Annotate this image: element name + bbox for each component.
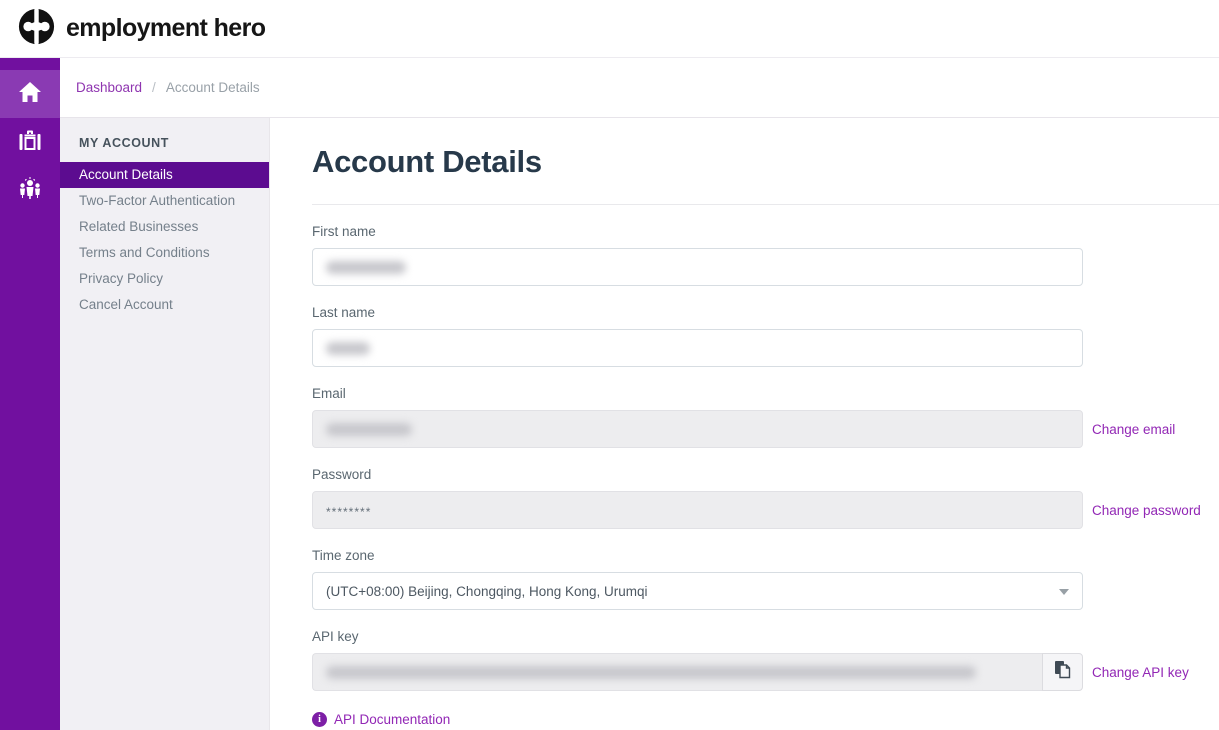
sidebar-item-terms[interactable]: Terms and Conditions [60, 240, 269, 266]
api-key-label: API key [312, 629, 1219, 644]
brand-name: employment hero [66, 14, 265, 43]
first-name-redacted-value [326, 261, 406, 274]
api-documentation-row: i API Documentation [312, 712, 1219, 727]
sidebar-heading: MY ACCOUNT [60, 136, 269, 162]
email-field [312, 410, 1083, 448]
time-zone-label: Time zone [312, 548, 1219, 563]
sidebar-item-related-businesses[interactable]: Related Businesses [60, 214, 269, 240]
nav-rail [0, 58, 60, 730]
title-divider [312, 204, 1219, 205]
time-zone-group: Time zone (UTC+08:00) Beijing, Chongqing… [312, 548, 1219, 610]
last-name-label: Last name [312, 305, 1219, 320]
time-zone-select[interactable]: (UTC+08:00) Beijing, Chongqing, Hong Kon… [312, 572, 1083, 610]
sidebar-item-two-factor[interactable]: Two-Factor Authentication [60, 188, 269, 214]
change-password-link[interactable]: Change password [1092, 503, 1201, 518]
sidebar-item-account-details[interactable]: Account Details [60, 162, 269, 188]
breadcrumb-separator: / [152, 80, 156, 95]
team-icon [17, 176, 43, 205]
rail-item-team[interactable] [0, 166, 60, 214]
email-redacted-value [326, 423, 412, 436]
sidebar-item-cancel-account[interactable]: Cancel Account [60, 292, 269, 318]
last-name-input[interactable] [312, 329, 1083, 367]
first-name-label: First name [312, 224, 1219, 239]
app-header: employment hero [0, 0, 1219, 58]
rail-item-work[interactable] [0, 118, 60, 166]
sidebar-item-privacy[interactable]: Privacy Policy [60, 266, 269, 292]
change-api-key-link[interactable]: Change API key [1092, 665, 1189, 680]
password-label: Password [312, 467, 1219, 482]
api-key-group: API key Change API key [312, 629, 1219, 691]
rail-item-home[interactable] [0, 70, 60, 118]
account-sidebar: MY ACCOUNT Account Details Two-Factor Au… [60, 118, 270, 730]
password-field: ******** [312, 491, 1083, 529]
first-name-group: First name [312, 224, 1219, 286]
breadcrumb-current: Account Details [166, 80, 260, 95]
last-name-redacted-value [326, 342, 370, 355]
api-documentation-link[interactable]: API Documentation [334, 712, 450, 727]
chevron-down-icon [1059, 589, 1069, 595]
api-key-redacted-value [326, 666, 976, 679]
email-group: Email Change email [312, 386, 1219, 448]
info-icon: i [312, 712, 327, 727]
password-group: Password ******** Change password [312, 467, 1219, 529]
password-masked-value: ******** [326, 502, 371, 519]
email-label: Email [312, 386, 1219, 401]
employment-hero-logo-icon [18, 8, 55, 50]
last-name-group: Last name [312, 305, 1219, 367]
breadcrumb: Dashboard / Account Details [60, 58, 1219, 118]
page-title: Account Details [312, 144, 1219, 180]
home-icon [18, 81, 42, 108]
time-zone-selected-value: (UTC+08:00) Beijing, Chongqing, Hong Kon… [326, 584, 648, 599]
briefcase-icon [18, 129, 42, 156]
breadcrumb-dashboard-link[interactable]: Dashboard [76, 80, 142, 95]
change-email-link[interactable]: Change email [1092, 422, 1175, 437]
first-name-input[interactable] [312, 248, 1083, 286]
copy-api-key-button[interactable] [1042, 653, 1083, 691]
api-key-field [312, 653, 1042, 691]
main-content: Account Details First name Last name Ema… [270, 118, 1219, 730]
copy-icon [1054, 660, 1071, 684]
brand-logo[interactable]: employment hero [18, 8, 265, 50]
